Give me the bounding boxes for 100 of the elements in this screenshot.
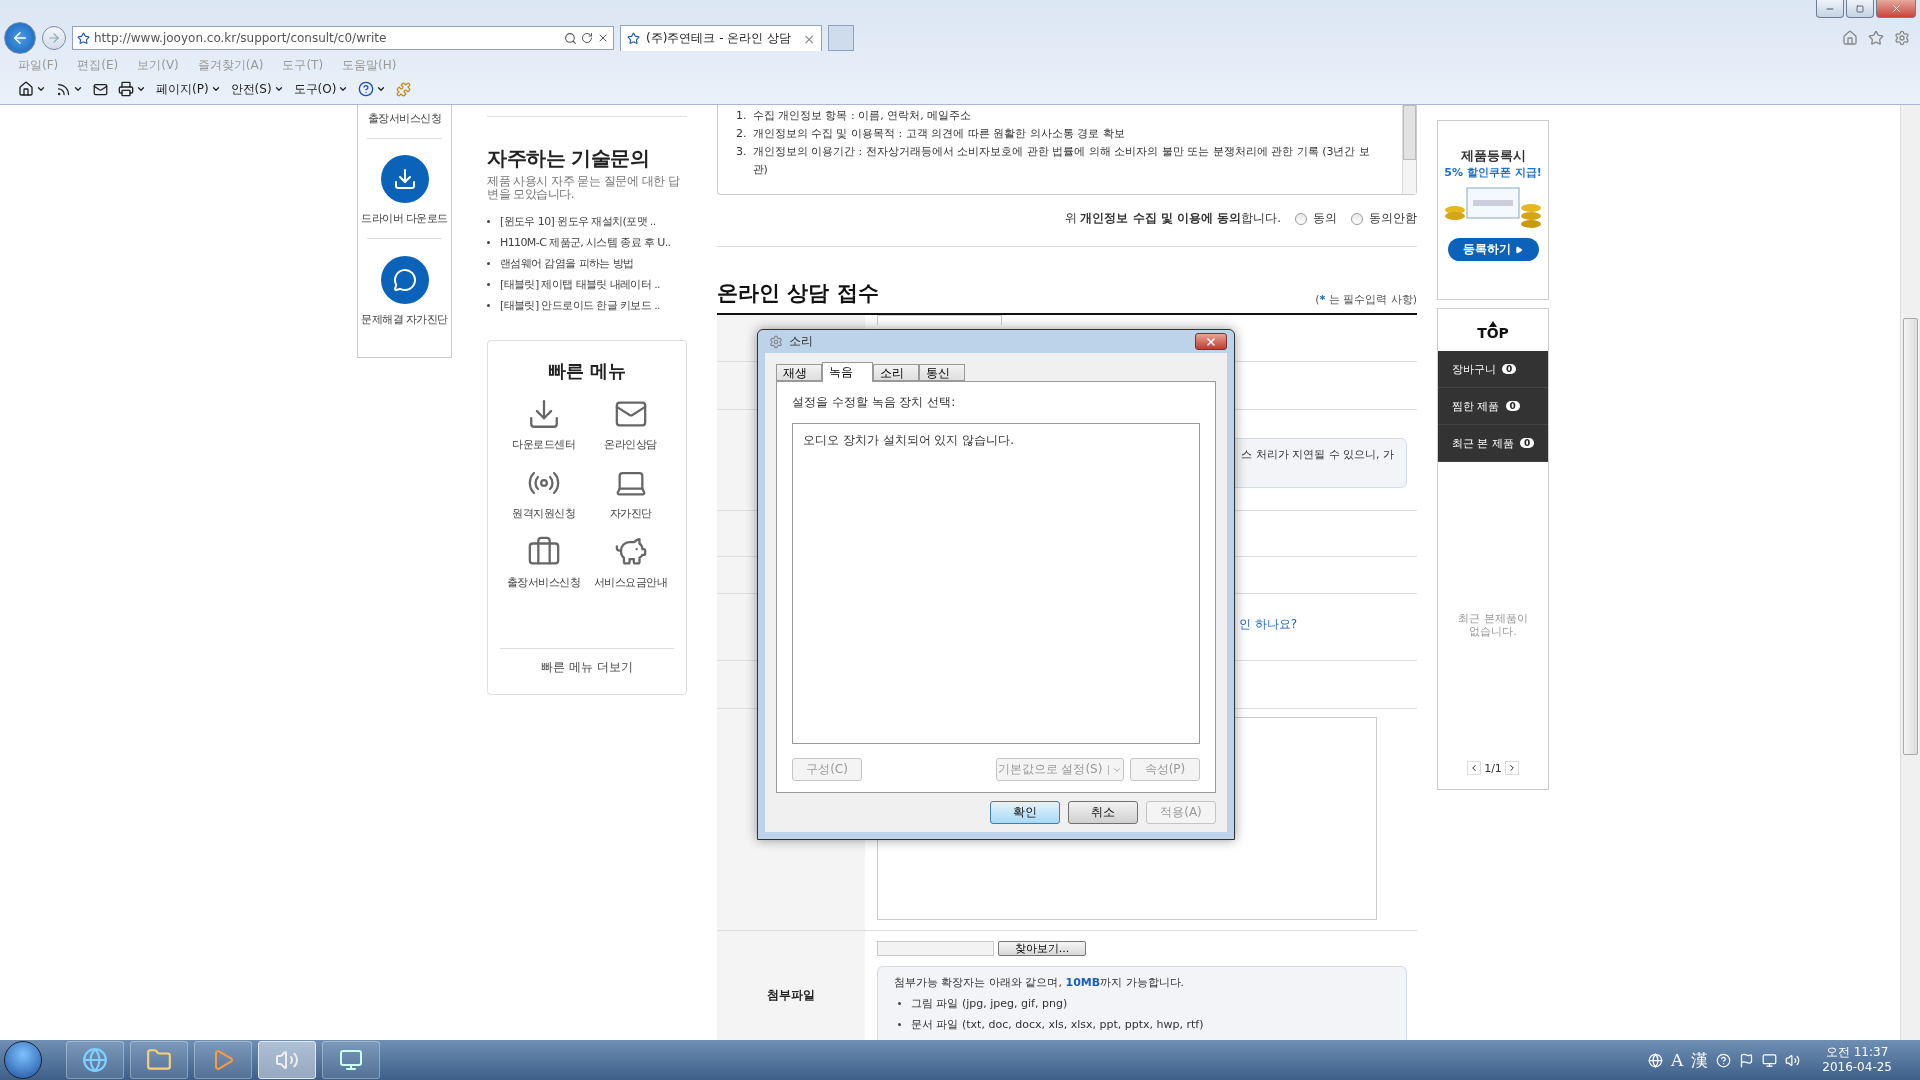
play-icon <box>1515 245 1523 254</box>
refresh-icon[interactable] <box>581 32 593 44</box>
quick-menu-link[interactable]: 자가진단 <box>587 466 674 521</box>
toolbar-menu[interactable]: 안전(S) <box>230 80 284 98</box>
sidebar-link[interactable]: 출장서비스신청 <box>367 111 442 126</box>
help-link[interactable]: 인 하나요? <box>1238 616 1297 633</box>
bullet-icon <box>487 220 490 223</box>
privacy-item: 개인정보의 수집 및 이용목적 : 고객 의견에 따른 원활한 의사소통 경로 확보 <box>752 126 1125 142</box>
page-indicator: 1/1 <box>1484 761 1502 775</box>
section-title: 자주하는 기술문의 <box>487 145 651 172</box>
stop-icon[interactable] <box>597 32 609 44</box>
ad-text: 5% 할인쿠폰 지급! <box>1444 165 1542 180</box>
dialog-button[interactable]: 취소 <box>1068 801 1138 824</box>
flag-icon[interactable] <box>1739 1052 1755 1068</box>
quick-menu-link[interactable]: 출장서비스신청 <box>500 535 587 590</box>
toolbar-button[interactable] <box>118 81 146 97</box>
radio-option[interactable]: 동의안함 <box>1351 210 1417 227</box>
scrollbar[interactable] <box>1402 105 1416 194</box>
forward-button[interactable] <box>42 26 66 50</box>
quick-menu-link[interactable]: 서비스요금안내 <box>587 535 674 590</box>
radio-option[interactable]: 동의 <box>1295 210 1337 227</box>
help-icon <box>358 81 375 97</box>
help-icon[interactable] <box>1716 1052 1732 1068</box>
download-icon[interactable] <box>380 155 429 203</box>
dialog-tab[interactable]: 녹음 <box>822 362 873 382</box>
previous-button[interactable] <box>1467 761 1482 775</box>
caret-icon <box>36 84 46 94</box>
counter-link[interactable]: 찜한 제품 0 <box>1438 388 1548 425</box>
caret-icon <box>210 84 221 94</box>
faq-link[interactable]: H110M-C 제품군, 시스템 종료 후 U.. <box>487 232 687 253</box>
ad-banner[interactable]: 제품등록시 5% 할인쿠폰 지급! 등록하기 <box>1437 120 1549 300</box>
page-scrollbar[interactable] <box>1900 105 1920 1040</box>
caret-icon <box>136 84 146 94</box>
sidebar-link[interactable]: 문제해결 자가진단 <box>361 312 448 327</box>
list-number: 3. <box>736 144 747 160</box>
minimize-button[interactable] <box>1816 0 1844 18</box>
back-button[interactable] <box>4 22 36 54</box>
tab-close[interactable]: × <box>803 30 815 47</box>
home-icon <box>18 81 34 97</box>
register-button[interactable]: 등록하기 <box>1447 238 1539 261</box>
toolbar-menu[interactable]: 페이지(P) <box>156 80 221 98</box>
bullet-icon <box>898 1002 901 1005</box>
ime-indicator[interactable]: A <box>1670 1050 1684 1070</box>
bullet-icon <box>898 1023 901 1026</box>
input-field[interactable] <box>877 315 1002 325</box>
taskbar-app[interactable] <box>258 1041 316 1079</box>
counter-link[interactable]: 장바구니 0 <box>1438 351 1548 388</box>
browser-tab[interactable]: (주)주연테크 - 온라인 상담 × <box>620 25 822 51</box>
quick-menu-link[interactable]: 온라인상담 <box>587 397 674 452</box>
quick-menu-link[interactable]: 다운로드센터 <box>500 397 587 452</box>
toolbar-button[interactable] <box>358 81 387 97</box>
feed-icon <box>56 81 71 97</box>
print-icon <box>118 81 134 97</box>
chat-bubble-icon[interactable] <box>380 256 429 304</box>
device-list[interactable]: 오디오 장치가 설치되어 있지 않습니다. <box>792 423 1200 744</box>
next-button[interactable] <box>1504 761 1519 775</box>
file-type-item: 그림 파일 (jpg, jpeg, gif, png) <box>911 996 1068 1011</box>
more-link[interactable]: 빠른 메뉴 더보기 <box>500 648 674 686</box>
caret-icon <box>73 84 83 94</box>
quick-menu-link[interactable]: 원격지원신청 <box>500 466 587 521</box>
faq-link[interactable]: 랜섬웨어 감염을 피하는 방법 <box>487 253 687 274</box>
file-field[interactable] <box>877 941 994 956</box>
info-text: 첨부가능 확장자는 아래와 같으며, 10MB까지 가능합니다. <box>894 975 1186 990</box>
search-icon[interactable] <box>564 31 577 45</box>
dialog-tab[interactable]: 소리 <box>873 364 919 381</box>
home-icon[interactable] <box>1842 30 1858 46</box>
favorites-icon[interactable] <box>1868 30 1884 46</box>
dialog-button[interactable]: 확인 <box>990 801 1060 824</box>
monitor-icon <box>339 1048 363 1072</box>
faq-link[interactable]: [태블릿] 제이탭 태블릿 내레이터 .. <box>487 274 687 295</box>
browse-button[interactable]: 찾아보기... <box>998 941 1086 956</box>
caret-icon <box>273 84 284 94</box>
clock[interactable]: 오전 11:37 2016-04-25 <box>1822 1045 1892 1075</box>
puzzle-icon <box>396 81 412 97</box>
settings-icon[interactable] <box>1894 30 1910 46</box>
caret-icon <box>376 84 387 94</box>
address-field[interactable]: http://www.jooyon.co.kr/support/consult/c0/write <box>72 26 614 50</box>
close-button[interactable] <box>1195 333 1227 350</box>
toolbar-menu[interactable]: 도구(O) <box>293 80 349 98</box>
restore-button[interactable] <box>1846 0 1874 18</box>
start-button[interactable] <box>4 1041 42 1079</box>
ime-indicator[interactable]: 漢 <box>1691 1048 1709 1072</box>
volume-icon[interactable] <box>1785 1052 1801 1068</box>
toolbar-button[interactable] <box>56 81 83 97</box>
ad-text: 제품등록시 <box>1460 147 1526 165</box>
faq-link[interactable]: [윈도우 10] 윈도우 재설치(포맷 .. <box>487 211 687 232</box>
privacy-item: 수집 개인정보 항목 : 이름, 연락처, 메일주소 <box>752 108 972 124</box>
caret-icon <box>338 84 349 94</box>
toolbar-button[interactable] <box>93 81 108 97</box>
toolbar-button[interactable] <box>18 81 46 97</box>
dialog-tab[interactable]: 통신 <box>919 364 965 381</box>
empty-message: 최근 본제품이 없습니다. <box>1457 612 1529 638</box>
sidebar-link[interactable]: 드라이버 다운로드 <box>361 211 448 226</box>
top-button[interactable]: TOP <box>1438 309 1548 351</box>
globe-icon[interactable] <box>1647 1052 1663 1068</box>
faq-link[interactable]: [태블릿] 안드로이드 한글 키보드 .. <box>487 295 687 316</box>
mail-icon <box>93 81 108 97</box>
network-icon[interactable] <box>1762 1052 1778 1068</box>
counter-link[interactable]: 최근 본 제품 0 <box>1438 425 1548 462</box>
dialog-tab[interactable]: 재생 <box>776 364 822 381</box>
